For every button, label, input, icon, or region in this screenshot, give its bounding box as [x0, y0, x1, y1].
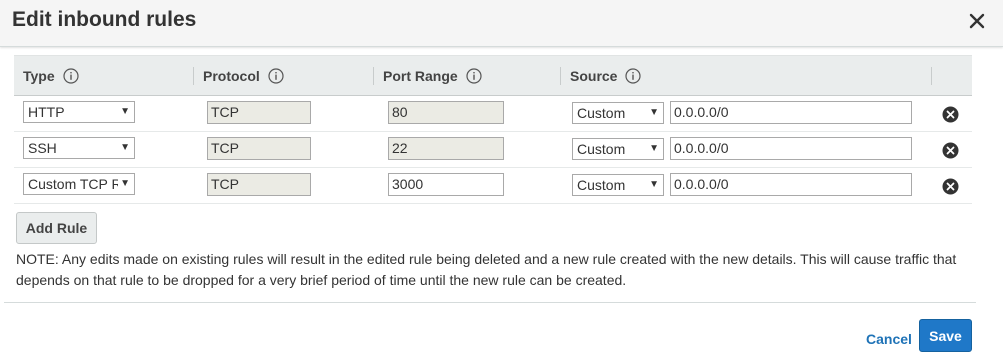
type-select[interactable]: SSH ▼ — [23, 137, 135, 159]
header-port-range-label: Port Range — [383, 67, 458, 84]
edit-warning-note: NOTE: Any edits made on existing rules w… — [16, 251, 957, 288]
source-cidr-input[interactable]: 0.0.0.0/0 — [670, 136, 912, 160]
source-select[interactable]: Custom ▼ — [572, 101, 664, 124]
source-select[interactable]: Custom ▼ — [572, 137, 664, 160]
source-cidr-input[interactable]: 0.0.0.0/0 — [670, 100, 912, 124]
chevron-down-icon: ▼ — [647, 102, 659, 123]
header-port-range: Port Range — [374, 55, 561, 96]
header-protocol: Protocol — [194, 55, 374, 96]
header-protocol-label: Protocol — [203, 67, 260, 84]
footer-divider — [4, 302, 976, 303]
dialog-title: Edit inbound rules — [12, 8, 197, 31]
protocol-field: TCP — [207, 172, 311, 196]
save-button[interactable]: Save — [919, 319, 972, 352]
header-actions — [932, 55, 972, 96]
table-row: Custom TCP Rule▼ TCP 3000 Custom▼ 0.0.0.0… — [14, 167, 972, 204]
table-row: SSH ▼ TCP 22 Custom ▼ 0.0.0.0/0 — [14, 131, 972, 168]
remove-rule-icon[interactable] — [942, 106, 959, 123]
header-source-label: Source — [570, 67, 618, 84]
header-type: Type — [14, 55, 194, 96]
modal-header: Edit inbound rules — [0, 0, 1003, 47]
source-cidr-input[interactable]: 0.0.0.0/0 — [670, 172, 912, 196]
info-icon[interactable] — [466, 67, 482, 84]
add-rule-button[interactable]: Add Rule — [16, 212, 97, 244]
close-icon[interactable] — [966, 10, 988, 32]
info-icon[interactable] — [268, 67, 284, 84]
chevron-down-icon: ▼ — [647, 138, 659, 159]
chevron-down-icon: ▼ — [647, 174, 659, 195]
type-select[interactable]: Custom TCP Rule▼ — [23, 173, 135, 195]
protocol-field: TCP — [207, 136, 311, 160]
protocol-field: TCP — [207, 100, 311, 124]
port-range-field: 22 — [388, 136, 504, 160]
port-range-field: 80 — [388, 100, 504, 124]
source-select[interactable]: Custom ▼ — [572, 173, 664, 196]
chevron-down-icon: ▼ — [118, 174, 130, 194]
header-type-label: Type — [23, 67, 55, 84]
port-range-input[interactable]: 3000 — [388, 172, 504, 196]
inbound-rules-table: Type Protocol Port Range Source HTTP ▼ T… — [14, 55, 972, 204]
remove-rule-icon[interactable] — [942, 142, 959, 159]
table-header-row: Type Protocol Port Range Source — [14, 55, 972, 96]
remove-rule-icon[interactable] — [942, 178, 959, 195]
info-icon[interactable] — [63, 67, 79, 84]
table-row: HTTP ▼ TCP 80 Custom ▼ 0.0.0.0/0 — [14, 95, 972, 132]
header-source: Source — [561, 55, 932, 96]
chevron-down-icon: ▼ — [118, 138, 130, 158]
cancel-button[interactable]: Cancel — [866, 331, 912, 347]
type-select[interactable]: HTTP ▼ — [23, 101, 135, 123]
info-icon[interactable] — [625, 67, 642, 84]
chevron-down-icon: ▼ — [118, 102, 130, 122]
